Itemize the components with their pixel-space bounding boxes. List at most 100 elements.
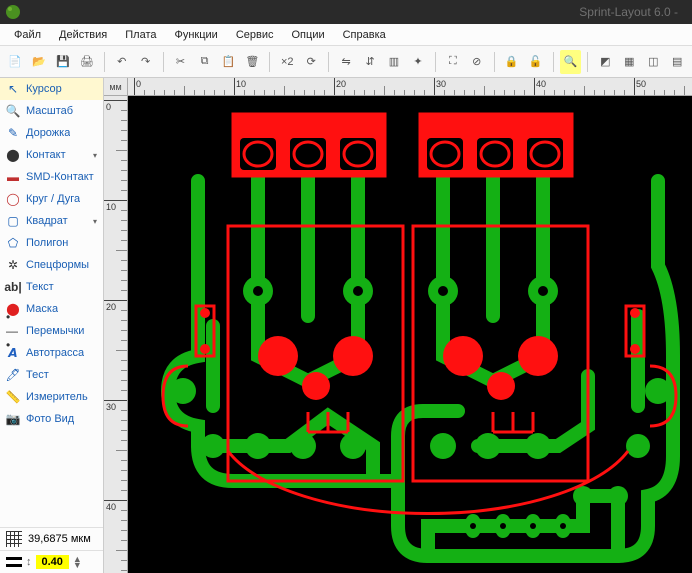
- toolbar-measure-button[interactable]: ◫: [642, 50, 664, 74]
- canvas-area: мм 0102030405060 01020304050: [104, 78, 692, 573]
- special-icon: ✲: [6, 258, 20, 272]
- ruler-vertical: 01020304050: [104, 96, 128, 573]
- tool-polygon[interactable]: ⬠ Полигон: [0, 232, 103, 254]
- tool-label: Квадрат: [26, 215, 68, 227]
- toolbar-separator: [269, 52, 270, 72]
- toolbar-separator: [494, 52, 495, 72]
- toolbar-separator: [553, 52, 554, 72]
- toolbar-align-button[interactable]: ▥: [383, 50, 405, 74]
- smd-icon: ▬: [6, 170, 20, 184]
- tool-label: Автотрасса: [26, 347, 84, 359]
- tool-label: Маска: [26, 303, 58, 315]
- toolbar-open-button[interactable]: 📂: [28, 50, 50, 74]
- tool-label: Полигон: [26, 237, 68, 249]
- grid-size-display[interactable]: 39,6875 мкм: [0, 527, 103, 550]
- tool-label: Дорожка: [26, 127, 70, 139]
- rect-icon: ▢: [6, 214, 20, 228]
- grid-icon: [6, 531, 22, 547]
- tool-text[interactable]: ab|Текст: [0, 276, 103, 298]
- tool-pad[interactable]: ⬤ Контакт ▾: [0, 144, 103, 166]
- pad-icon: ⬤: [6, 148, 20, 162]
- tool-smd[interactable]: ▬ SMD-Контакт: [0, 166, 103, 188]
- menu-справка[interactable]: Справка: [335, 26, 394, 44]
- tool-cursor[interactable]: ↖ Курсор: [0, 78, 103, 100]
- tool-measure[interactable]: 📏 Измеритель: [0, 386, 103, 408]
- tool-label: Фото Вид: [26, 413, 74, 425]
- grid-size-value: 39,6875 мкм: [28, 533, 91, 545]
- toolbar-show-grid-button[interactable]: ▦: [618, 50, 640, 74]
- toolbar-rotate-button[interactable]: ⟳: [300, 50, 322, 74]
- toolbar-separator: [104, 52, 105, 72]
- app-title: Sprint-Layout 6.0 -: [26, 5, 686, 19]
- tool-special[interactable]: ✲ Спецформы: [0, 254, 103, 276]
- toolbar-duplicate-button[interactable]: ×2: [276, 50, 298, 74]
- tool-label: Контакт: [26, 149, 66, 161]
- tool-label: Масштаб: [26, 105, 73, 117]
- chevron-down-icon: ▾: [93, 151, 97, 160]
- zoom-icon: 🔍: [6, 104, 20, 118]
- tool-test[interactable]: 🖊 Тест: [0, 364, 103, 386]
- tool-label: Перемычки: [26, 325, 84, 337]
- toolbar-print-button[interactable]: 🖨: [76, 50, 98, 74]
- tool-label: Текст: [26, 281, 54, 293]
- toolbar-delete-button[interactable]: 🗑: [241, 50, 263, 74]
- ruler-horizontal: 0102030405060: [128, 78, 692, 96]
- app-icon: [6, 5, 20, 19]
- polygon-icon: ⬠: [6, 236, 20, 250]
- toolbar-separator: [435, 52, 436, 72]
- circle-icon: ◯: [6, 192, 20, 206]
- tool-label: Спецформы: [26, 259, 89, 271]
- menu-опции[interactable]: Опции: [284, 26, 333, 44]
- menu-действия[interactable]: Действия: [51, 26, 115, 44]
- tool-label: Измеритель: [26, 391, 88, 403]
- toolbar-unlock-button[interactable]: 🔓: [525, 50, 547, 74]
- autoroute-icon: 𝘼: [6, 346, 20, 360]
- tool-label: SMD-Контакт: [26, 171, 94, 183]
- toolbar-zoom-button[interactable]: 🔍: [560, 50, 582, 74]
- tool-sidebar: ↖ Курсор 🔍 Масштаб ✎Дорожка ⬤ Контакт ▾ ▬ SMD-Кон…: [0, 78, 104, 573]
- toolbar-cut-button[interactable]: ✂: [170, 50, 192, 74]
- toolbar-snap-button[interactable]: ✦: [407, 50, 429, 74]
- toolbar-lock-button[interactable]: 🔒: [501, 50, 523, 74]
- pcb-canvas[interactable]: [128, 96, 692, 573]
- toolbar-copy-button[interactable]: ⧉: [194, 50, 216, 74]
- tool-label: Круг / Дуга: [26, 193, 80, 205]
- menu-сервис[interactable]: Сервис: [228, 26, 282, 44]
- tool-autoroute[interactable]: 𝘼 Автотрасса: [0, 342, 103, 364]
- toolbar-separator: [587, 52, 588, 72]
- toolbar-group-button[interactable]: ⛶: [442, 50, 464, 74]
- toolbar-mirror-h-button[interactable]: ⇋: [335, 50, 357, 74]
- track-width-display[interactable]: ↕ 0.40 ▲▼: [0, 550, 103, 573]
- menubar: ФайлДействияПлатаФункцииСервисОпцииСправ…: [0, 24, 692, 46]
- pcb-drawing: [128, 96, 692, 573]
- toolbar-remove-connections-button[interactable]: ⊘: [466, 50, 488, 74]
- titlebar: Sprint-Layout 6.0 -: [0, 0, 692, 24]
- toolbar-transparent-button[interactable]: ◩: [594, 50, 616, 74]
- cursor-icon: ↖: [6, 82, 20, 96]
- toolbar-paste-button[interactable]: 📋: [217, 50, 239, 74]
- toolbar-mirror-v-button[interactable]: ⇵: [359, 50, 381, 74]
- toolbar-new-button[interactable]: 📄: [4, 50, 26, 74]
- tool-photoview[interactable]: 📷Фото Вид: [0, 408, 103, 430]
- ruler-unit-label: мм: [104, 78, 128, 96]
- tool-track[interactable]: ✎Дорожка: [0, 122, 103, 144]
- test-icon: 🖊: [6, 368, 20, 382]
- tool-connections[interactable]: •—•Перемычки: [0, 320, 103, 342]
- toolbar-save-button[interactable]: 💾: [52, 50, 74, 74]
- tool-zoom[interactable]: 🔍 Масштаб: [0, 100, 103, 122]
- tool-rect[interactable]: ▢Квадрат▾: [0, 210, 103, 232]
- tool-circle[interactable]: ◯ Круг / Дуга: [0, 188, 103, 210]
- track-width-value: 0.40: [36, 555, 69, 569]
- menu-плата[interactable]: Плата: [117, 26, 164, 44]
- tool-label: Тест: [26, 369, 49, 381]
- measure-icon: 📏: [6, 390, 20, 404]
- toolbar-separator: [328, 52, 329, 72]
- menu-функции[interactable]: Функции: [166, 26, 225, 44]
- menu-файл[interactable]: Файл: [6, 26, 49, 44]
- toolbar-undo-button[interactable]: ↶: [111, 50, 133, 74]
- toolbar-layers-button[interactable]: ▤: [666, 50, 688, 74]
- tool-label: Курсор: [26, 83, 62, 95]
- toolbar: 📄📂💾🖨 ↶↷ ✂⧉📋🗑 ×2⟳ ⇋⇵▥✦ ⛶⊘ 🔒🔓 🔍 ◩▦◫▤: [0, 46, 692, 78]
- toolbar-separator: [163, 52, 164, 72]
- toolbar-redo-button[interactable]: ↷: [135, 50, 157, 74]
